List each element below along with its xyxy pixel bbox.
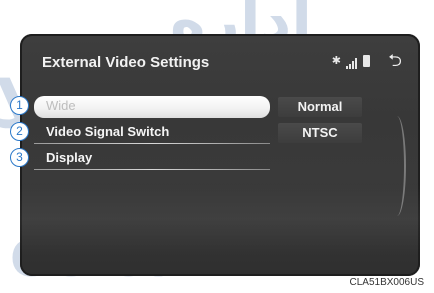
menu-item-wide[interactable]: Wide [34, 96, 270, 118]
row-divider [34, 169, 270, 170]
menu-item-video-signal-switch[interactable]: Video Signal Switch [34, 122, 270, 144]
menu-item-label: Video Signal Switch [46, 124, 170, 139]
battery-icon [363, 55, 370, 67]
callout-2: 2 [10, 122, 29, 141]
bluetooth-icon: ✱ [331, 55, 341, 67]
signal-icon [346, 56, 358, 69]
wide-value[interactable]: Normal [278, 97, 362, 117]
back-button[interactable]: ⮌ [384, 52, 406, 70]
back-arrow-icon: ⮌ [388, 51, 402, 70]
status-bar: ✱ [331, 55, 370, 69]
page-title: External Video Settings [42, 54, 210, 71]
scroll-indicator [388, 116, 406, 216]
menu-item-label: Wide [46, 98, 76, 113]
menu-item-display[interactable]: Display [34, 148, 270, 170]
video-signal-value[interactable]: NTSC [278, 123, 362, 143]
figure-caption: CLA51BX006US [349, 277, 425, 288]
settings-screen: External Video Settings ✱ ⮌ Wide Normal … [20, 34, 420, 276]
menu-item-label: Display [46, 150, 93, 165]
callout-1: 1 [10, 96, 29, 115]
callout-3: 3 [10, 148, 29, 167]
row-divider [34, 143, 270, 144]
